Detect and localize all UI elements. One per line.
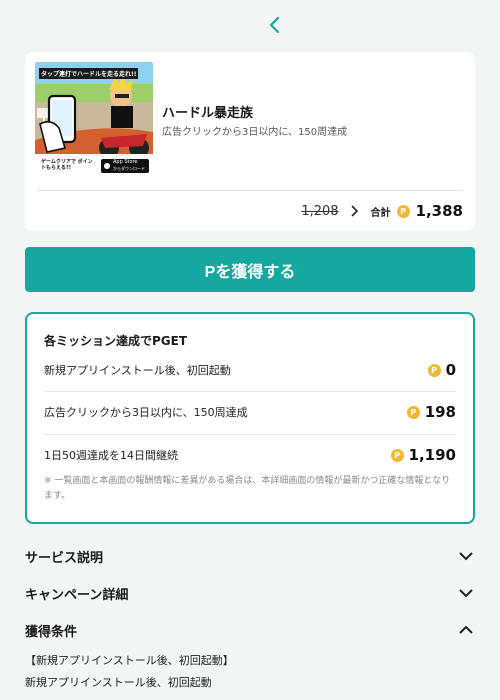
section-title: 獲得条件: [25, 624, 78, 640]
section-title: サービス説明: [25, 550, 104, 566]
banner-top-text: タップ連打でハードルを走る走れ!!: [39, 68, 139, 79]
app-name: ハードル暴走族: [162, 106, 254, 121]
chevron-right-icon: [347, 204, 361, 218]
conditions-heading: 【新規アプリインストール後、初回起動】: [25, 654, 234, 667]
app-store-badge-label: App Store: [113, 159, 138, 165]
app-store-badge-sub: からダウンロード: [113, 166, 145, 171]
old-price: 1,208: [301, 203, 339, 219]
mission-points: 1,190: [408, 446, 456, 464]
mission-label: 新規アプリインストール後、初回起動: [44, 364, 231, 377]
point-coin-icon: P: [390, 448, 404, 462]
banner-bottom-text: ゲームクリアで ポイントもらえる?!: [41, 159, 93, 171]
chevron-left-icon: [269, 16, 280, 34]
point-coin-icon: P: [406, 405, 420, 419]
app-description: 広告クリックから3日以内に、150周達成: [162, 127, 348, 138]
divider: [37, 190, 463, 191]
mission-row: 1日50週達成を14日間継続 P 1,190: [44, 437, 456, 473]
mission-points: 0: [445, 361, 456, 379]
chevron-up-icon: [457, 621, 475, 639]
app-banner-image: タップ連打でハードルを走る走れ!! ゲームクリアで ポイントもらえる?! App…: [35, 62, 153, 176]
section-title: キャンペーン詳細: [25, 587, 129, 603]
mission-title: 各ミッション達成でPGET: [44, 334, 188, 348]
app-card[interactable]: タップ連打でハードルを走る走れ!! ゲームクリアで ポイントもらえる?! App…: [25, 52, 475, 231]
mission-box: 各ミッション達成でPGET 新規アプリインストール後、初回起動 P 0 広告クリ…: [25, 312, 475, 524]
chevron-down-icon: [457, 547, 475, 565]
section-campaign-details[interactable]: キャンペーン詳細: [25, 581, 475, 605]
mission-label: 1日50週達成を14日間継続: [44, 449, 178, 462]
get-points-button[interactable]: Pを獲得する: [25, 247, 475, 292]
section-acquisition-conditions[interactable]: 獲得条件: [25, 618, 475, 642]
mission-row: 新規アプリインストール後、初回起動 P 0: [44, 352, 456, 388]
divider: [44, 434, 456, 435]
mission-label: 広告クリックから3日以内に、150周達成: [44, 406, 248, 419]
mission-row: 広告クリックから3日以内に、150周達成 P 198: [44, 394, 456, 430]
divider: [44, 391, 456, 392]
chevron-down-icon: [457, 584, 475, 602]
mission-note: ※ 一覧画面と本画面の報酬情報に差異がある場合は、本詳細画面の情報が最新かつ正確…: [44, 476, 451, 501]
point-coin-icon: P: [427, 363, 441, 377]
point-coin-icon: P: [396, 204, 410, 218]
new-price: 1,388: [415, 202, 463, 220]
total-label: 合計: [370, 207, 391, 219]
section-service-description[interactable]: サービス説明: [25, 544, 475, 568]
mission-points: 198: [424, 403, 456, 421]
conditions-text: 新規アプリインストール後、初回起動: [25, 676, 212, 689]
price-row: 1,208 合計 P 1,388: [301, 200, 463, 222]
back-button[interactable]: [262, 12, 288, 38]
